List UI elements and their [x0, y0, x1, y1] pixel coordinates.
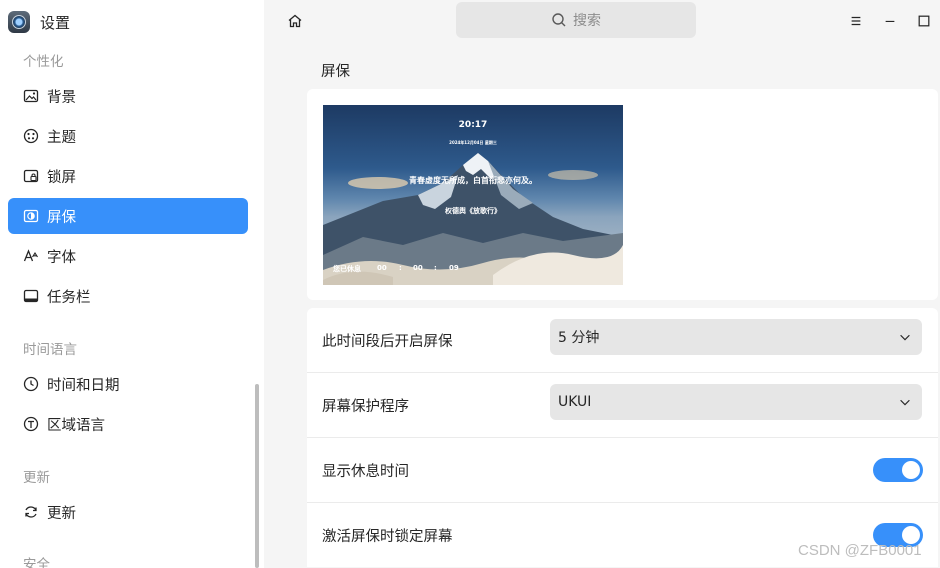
screensaver-icon	[23, 208, 39, 224]
app-title: 设置	[40, 13, 71, 32]
sidebar-item-label: 锁屏	[47, 169, 76, 186]
sidebar-item-label: 任务栏	[47, 289, 91, 306]
setting-label: 显示休息时间	[322, 463, 409, 480]
setting-row-idle-time: 此时间段后开启屏保 5 分钟	[307, 308, 938, 372]
preview-rest-seconds: 09	[449, 264, 459, 272]
palette-icon	[23, 128, 39, 144]
preview-rest-label: 您已休息	[333, 265, 361, 273]
sidebar-item-background[interactable]: 背景	[8, 78, 248, 114]
sidebar-item-label: 背景	[47, 89, 76, 106]
preview-date: 2024年12月04日 星期三	[449, 140, 497, 145]
minimize-icon	[885, 20, 895, 23]
preview-rest-minutes: 00	[413, 264, 423, 272]
sidebar-item-theme[interactable]: 主题	[8, 118, 248, 154]
group-title-personalize: 个性化	[23, 54, 64, 70]
home-button[interactable]	[282, 8, 308, 34]
sidebar-item-taskbar[interactable]: 任务栏	[8, 278, 248, 314]
preview-colon: :	[434, 264, 437, 272]
sidebar-item-label: 时间和日期	[47, 377, 120, 394]
region-icon	[23, 416, 39, 432]
search-input[interactable]: 搜索	[456, 2, 696, 38]
show-rest-time-toggle[interactable]	[873, 458, 923, 482]
font-icon	[23, 248, 39, 264]
idle-time-select[interactable]: 5 分钟	[550, 319, 922, 355]
setting-label: 屏幕保护程序	[322, 398, 409, 415]
refresh-icon	[23, 504, 39, 520]
chevron-down-icon	[900, 399, 910, 406]
mountain-image	[323, 153, 623, 285]
group-title-security: 安全	[23, 557, 50, 568]
app-header: 设置	[0, 0, 264, 44]
page-title: 屏保	[321, 64, 350, 80]
preview-quote: 青春虚度无所成，白首衔悲亦何及。	[409, 176, 537, 185]
preview-author: 权德舆《放歌行》	[445, 207, 501, 215]
sidebar-item-screensaver[interactable]: 屏保	[8, 198, 248, 234]
sidebar-item-region[interactable]: 区域语言	[8, 406, 248, 442]
sidebar-item-label: 区域语言	[47, 417, 105, 434]
sidebar-item-label: 屏保	[47, 209, 76, 226]
setting-row-show-rest-time: 显示休息时间	[307, 438, 938, 502]
maximize-icon	[918, 15, 930, 27]
group-title-time-language: 时间语言	[23, 342, 77, 358]
preview-time: 20:17	[458, 120, 488, 130]
chevron-down-icon	[900, 334, 910, 341]
sidebar-item-font[interactable]: 字体	[8, 238, 248, 274]
screensaver-preview: 20:17 2024年12月04日 星期三 青春虚度无所成，白首衔悲亦何及。 权…	[323, 105, 623, 285]
clock-icon	[23, 376, 39, 392]
select-value: UKUI	[558, 394, 592, 410]
home-icon	[288, 14, 302, 28]
watermark: CSDN @ZFB0001	[798, 542, 922, 559]
taskbar-icon	[23, 288, 39, 304]
setting-label: 激活屏保时锁定屏幕	[322, 528, 453, 545]
sidebar-item-label: 主题	[47, 129, 76, 146]
sidebar-scrollbar[interactable]	[255, 384, 259, 568]
preview-colon: :	[399, 264, 402, 272]
select-value: 5 分钟	[558, 330, 600, 346]
sidebar-item-lockscreen[interactable]: 锁屏	[8, 158, 248, 194]
screensaver-program-select[interactable]: UKUI	[550, 384, 922, 420]
sidebar: 设置 个性化 背景 主题 锁屏 屏保 字体 任务栏 时间语言 时间和日期 区域语…	[0, 0, 264, 568]
sidebar-item-label: 字体	[47, 249, 76, 266]
group-title-update: 更新	[23, 470, 50, 486]
search-placeholder: 搜索	[573, 13, 601, 29]
menu-button[interactable]	[843, 8, 869, 34]
sidebar-item-datetime[interactable]: 时间和日期	[8, 366, 248, 402]
sidebar-item-update[interactable]: 更新	[8, 494, 248, 530]
menu-icon	[851, 16, 861, 26]
sidebar-item-label: 更新	[47, 505, 76, 522]
image-icon	[23, 88, 39, 104]
minimize-button[interactable]	[877, 8, 903, 34]
maximize-button[interactable]	[911, 8, 937, 34]
settings-app-icon	[8, 11, 30, 33]
lock-screen-icon	[23, 168, 39, 184]
search-icon	[552, 13, 566, 27]
setting-label: 此时间段后开启屏保	[322, 333, 453, 350]
preview-rest-hours: 00	[377, 264, 387, 272]
setting-row-screensaver-program: 屏幕保护程序 UKUI	[307, 373, 938, 437]
